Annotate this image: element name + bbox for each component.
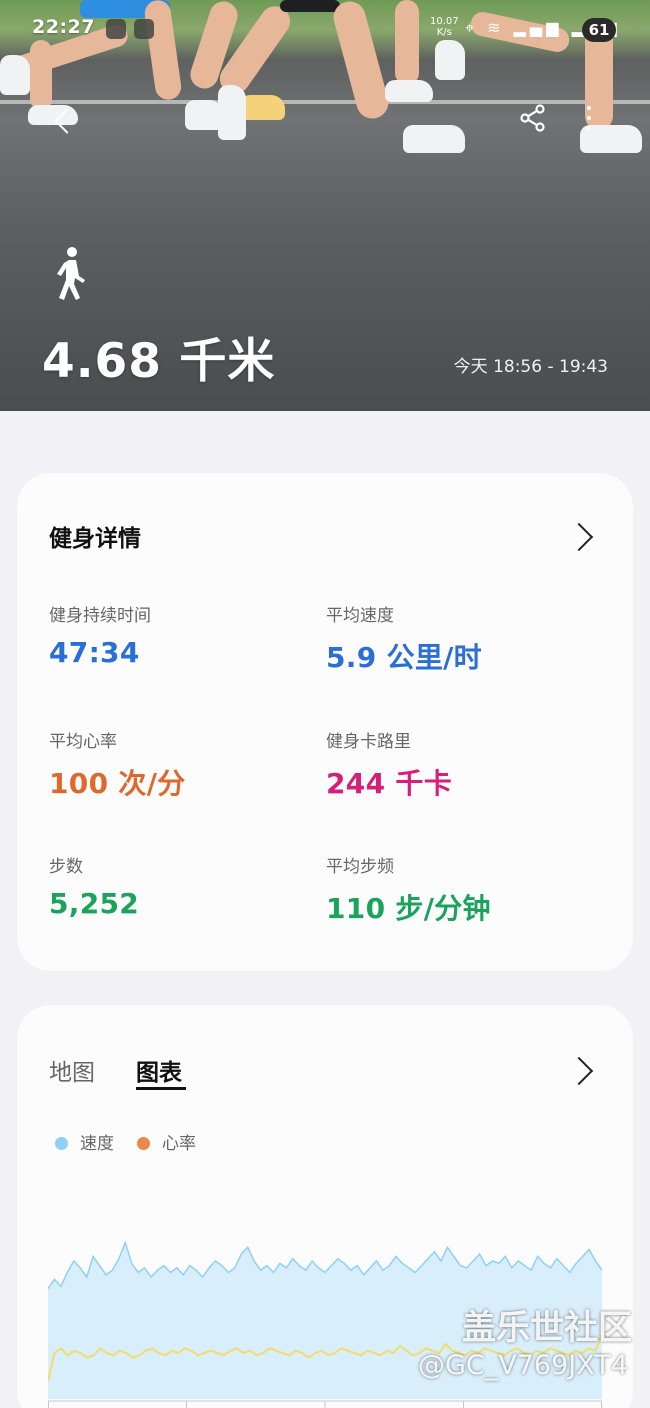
- workout-details-card[interactable]: 健身详情 健身持续时间 47:34 平均速度 5.9 公里/时 平均心率 100…: [17, 473, 633, 971]
- runner-shoe: [403, 125, 465, 153]
- runner-shoe: [385, 80, 433, 102]
- metric-duration: 健身持续时间 47:34: [49, 601, 151, 669]
- metric-label: 平均心率: [49, 732, 117, 752]
- runner-shoe: [240, 95, 285, 120]
- share-icon: [520, 104, 545, 132]
- dot: [587, 106, 591, 110]
- legend-label: 速度: [80, 1134, 114, 1154]
- legend-label: 心率: [162, 1134, 196, 1154]
- metric-value: 244 千卡: [326, 767, 452, 800]
- legend-speed: 速度: [55, 1129, 114, 1154]
- walking-icon: [57, 247, 85, 300]
- tab-chart[interactable]: 图表: [136, 1053, 182, 1087]
- tab-map[interactable]: 地图: [49, 1053, 95, 1087]
- active-tab-indicator: [136, 1087, 186, 1090]
- legend-dot-heart-rate: [137, 1137, 150, 1150]
- runner-shoe: [0, 55, 30, 95]
- more-options-button[interactable]: [575, 100, 603, 136]
- metric-calories: 健身卡路里 244 千卡: [326, 727, 452, 802]
- metric-label: 健身持续时间: [49, 606, 151, 626]
- app-notification-icon: [134, 19, 154, 39]
- metric-value: 100 次/分: [49, 767, 186, 800]
- app-notification-icon: [106, 19, 126, 39]
- runner-shorts: [280, 0, 340, 12]
- status-bar: 22:27 10.07 K/s ⌖ ≋ ▂▄▆ ▂▄▆ 61: [0, 14, 650, 48]
- legend-heart-rate: 心率: [137, 1129, 196, 1154]
- metric-value: 47:34: [49, 636, 140, 669]
- metric-avg-speed: 平均速度 5.9 公里/时: [326, 601, 482, 676]
- road-marking: [0, 100, 650, 104]
- dot: [587, 116, 591, 120]
- watermark-user: @GC_V769JXT4: [418, 1350, 628, 1381]
- runner-shoe: [218, 85, 246, 140]
- metric-value: 110 步/分钟: [326, 892, 491, 925]
- metric-value: 5,252: [49, 887, 140, 920]
- dot: [587, 126, 591, 130]
- status-time: 22:27: [32, 16, 95, 38]
- metric-value: 5.9 公里/时: [326, 641, 482, 674]
- metric-label: 平均步频: [326, 857, 394, 877]
- distance-value: 4.68 千米: [42, 334, 276, 389]
- metric-label: 步数: [49, 857, 83, 877]
- battery-indicator: 61: [582, 18, 616, 42]
- metric-label: 平均速度: [326, 606, 394, 626]
- watermark-title: 盖乐世社区: [462, 1308, 632, 1348]
- metric-steps: 步数 5,252: [49, 852, 139, 920]
- chevron-right-icon[interactable]: [564, 1056, 594, 1086]
- metric-cadence: 平均步频 110 步/分钟: [326, 852, 491, 927]
- hero-banner: 22:27 10.07 K/s ⌖ ≋ ▂▄▆ ▂▄▆ 61 4.68 千米 今…: [0, 0, 650, 411]
- chevron-right-icon[interactable]: [564, 522, 594, 552]
- workout-time-range: 今天 18:56 - 19:43: [453, 357, 608, 377]
- card-title: 健身详情: [49, 526, 141, 552]
- legend-dot-speed: [55, 1137, 68, 1150]
- network-speed: 10.07 K/s: [430, 16, 459, 38]
- metric-label: 健身卡路里: [326, 732, 411, 752]
- metric-avg-heart-rate: 平均心率 100 次/分: [49, 727, 186, 802]
- back-button[interactable]: [44, 100, 84, 140]
- share-button[interactable]: [515, 100, 551, 136]
